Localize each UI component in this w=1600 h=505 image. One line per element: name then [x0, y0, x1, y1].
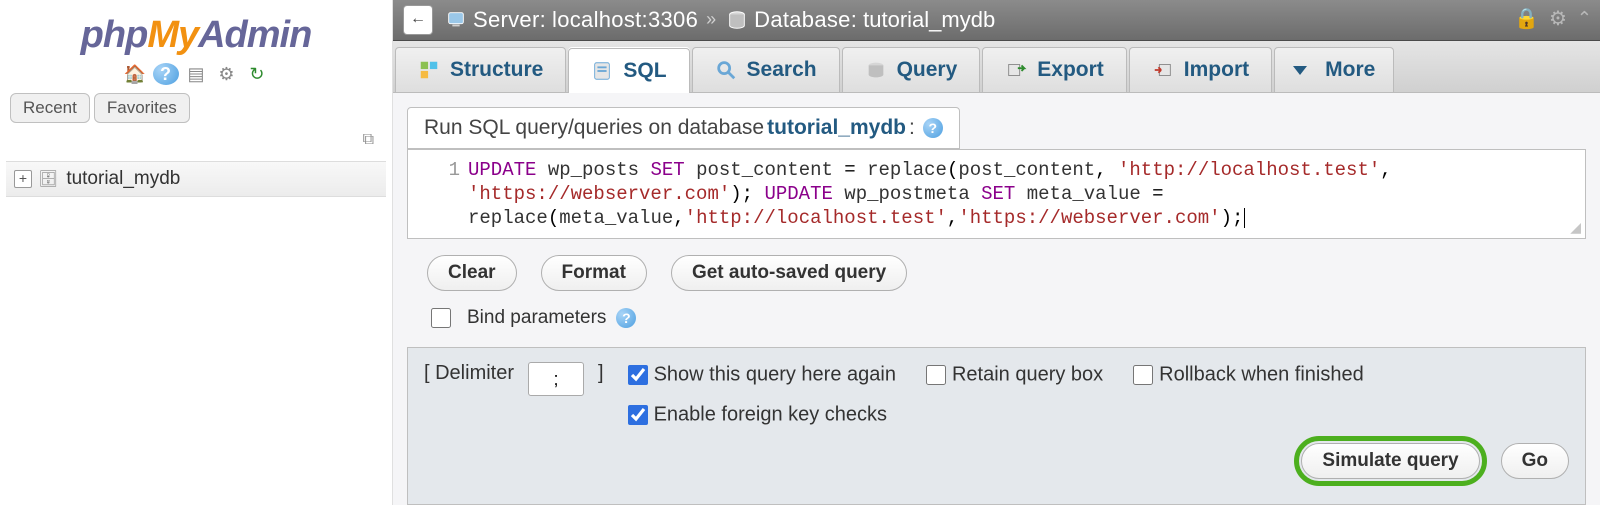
- search-icon: [715, 59, 737, 81]
- tab-query-label: Query: [897, 58, 958, 82]
- collapse-icon[interactable]: ⌃: [1577, 8, 1592, 29]
- bind-params-checkbox[interactable]: [431, 308, 451, 328]
- panel-heading: Run SQL query/queries on database tutori…: [407, 107, 960, 149]
- tab-structure[interactable]: Structure: [395, 47, 566, 92]
- settings-icon[interactable]: ⚙: [213, 63, 239, 85]
- tab-more[interactable]: More: [1274, 47, 1394, 92]
- logo-php: php: [81, 14, 148, 56]
- panel-title-pre: Run SQL query/queries on database: [424, 116, 764, 140]
- highlight-ring: Simulate query: [1294, 436, 1486, 486]
- expand-icon[interactable]: +: [14, 170, 32, 188]
- tree-item-db[interactable]: + 🗄 tutorial_mydb: [6, 161, 386, 197]
- tab-import[interactable]: Import: [1129, 47, 1272, 92]
- fk-checkbox[interactable]: [628, 405, 648, 425]
- home-icon[interactable]: 🏠: [122, 63, 148, 85]
- tab-search[interactable]: Search: [692, 47, 840, 92]
- tab-export[interactable]: Export: [982, 47, 1127, 92]
- export-icon: [1005, 59, 1027, 81]
- breadcrumb-sep: »: [706, 9, 716, 30]
- sql-editor[interactable]: 1 UPDATE wp_posts SET post_content = rep…: [407, 149, 1586, 239]
- panel-title-post: :: [909, 116, 915, 140]
- rollback-label: Rollback when finished: [1159, 363, 1364, 385]
- delimiter-close: ]: [598, 362, 604, 385]
- panel-help-icon[interactable]: ?: [923, 118, 943, 138]
- panel-dbname[interactable]: tutorial_mydb: [767, 116, 906, 140]
- quick-icons: 🏠 ? ▤ ⚙ ↻: [0, 63, 392, 85]
- format-button[interactable]: Format: [541, 255, 647, 291]
- fk-label: Enable foreign key checks: [654, 403, 887, 425]
- clear-button[interactable]: Clear: [427, 255, 517, 291]
- text-cursor: [1244, 208, 1245, 228]
- editor-actions: Clear Format Get auto-saved query: [427, 255, 1586, 291]
- simulate-button[interactable]: Simulate query: [1301, 443, 1479, 479]
- sql-panel: Run SQL query/queries on database tutori…: [407, 107, 1586, 347]
- reload-icon[interactable]: ↻: [244, 63, 270, 85]
- logo-my: My: [147, 14, 198, 56]
- tabbar: Structure SQL Search Query Export Import: [393, 41, 1600, 93]
- server-icon: [445, 9, 467, 31]
- breadcrumb: ← Server: localhost:3306 » Database: tut…: [393, 0, 1600, 41]
- sql-code[interactable]: UPDATE wp_posts SET post_content = repla…: [468, 158, 1577, 230]
- logo-admin: Admin: [198, 14, 311, 56]
- rollback-option[interactable]: Rollback when finished: [1129, 362, 1364, 388]
- db-value[interactable]: tutorial_mydb: [863, 7, 995, 33]
- show-again-label: Show this query here again: [654, 363, 896, 385]
- tab-favorites[interactable]: Favorites: [94, 93, 190, 123]
- retain-label: Retain query box: [952, 363, 1103, 385]
- tab-import-label: Import: [1184, 58, 1249, 82]
- main: ← Server: localhost:3306 » Database: tut…: [393, 0, 1600, 505]
- autosaved-button[interactable]: Get auto-saved query: [671, 255, 907, 291]
- tab-query[interactable]: Query: [842, 47, 981, 92]
- db-tree: + 🗄 tutorial_mydb: [6, 161, 386, 197]
- logo[interactable]: phpMyAdmin: [0, 14, 392, 57]
- chevron-down-icon: [1293, 66, 1307, 75]
- fk-option[interactable]: Enable foreign key checks: [624, 402, 887, 428]
- query-icon: [865, 59, 887, 81]
- rollback-checkbox[interactable]: [1133, 365, 1153, 385]
- server-value[interactable]: localhost:3306: [552, 7, 698, 33]
- back-button[interactable]: ←: [403, 5, 433, 35]
- tab-export-label: Export: [1037, 58, 1104, 82]
- structure-icon: [418, 59, 440, 81]
- database-bc-icon: [726, 9, 748, 31]
- tab-more-label: More: [1325, 58, 1375, 82]
- show-again-option[interactable]: Show this query here again: [624, 362, 896, 388]
- sidebar: phpMyAdmin 🏠 ? ▤ ⚙ ↻ Recent Favorites ⧉ …: [0, 0, 393, 505]
- sql-icon[interactable]: ▤: [183, 63, 209, 85]
- tab-recent[interactable]: Recent: [10, 93, 90, 123]
- sql-tab-icon: [591, 60, 613, 82]
- resize-handle[interactable]: ◢: [1570, 219, 1581, 236]
- go-button[interactable]: Go: [1501, 443, 1569, 479]
- db-name: tutorial_mydb: [66, 168, 180, 190]
- help-icon[interactable]: ?: [153, 63, 179, 85]
- link-icon[interactable]: ⧉: [363, 131, 374, 149]
- tab-search-label: Search: [747, 58, 817, 82]
- retain-option[interactable]: Retain query box: [922, 362, 1103, 388]
- server-label: Server:: [473, 7, 546, 33]
- database-icon: 🗄: [38, 169, 58, 189]
- bottom-bar: [ Delimiter ] Show this query here again…: [407, 347, 1586, 505]
- sidebar-tabs: Recent Favorites: [10, 93, 382, 123]
- bind-params-label: Bind parameters: [467, 307, 606, 329]
- tab-sql-label: SQL: [623, 59, 666, 83]
- bind-params-help-icon[interactable]: ?: [616, 308, 636, 328]
- bind-params-row: Bind parameters ?: [427, 305, 1586, 331]
- db-label: Database:: [754, 7, 857, 33]
- line-gutter: 1: [416, 158, 468, 230]
- delimiter-open: [ Delimiter: [424, 362, 514, 385]
- tab-sql[interactable]: SQL: [568, 48, 689, 93]
- import-icon: [1152, 59, 1174, 81]
- show-again-checkbox[interactable]: [628, 365, 648, 385]
- tab-structure-label: Structure: [450, 58, 543, 82]
- delimiter-input[interactable]: [528, 362, 584, 396]
- retain-checkbox[interactable]: [926, 365, 946, 385]
- gear-icon[interactable]: ⚙: [1549, 6, 1567, 31]
- lock-icon[interactable]: 🔒: [1514, 6, 1539, 31]
